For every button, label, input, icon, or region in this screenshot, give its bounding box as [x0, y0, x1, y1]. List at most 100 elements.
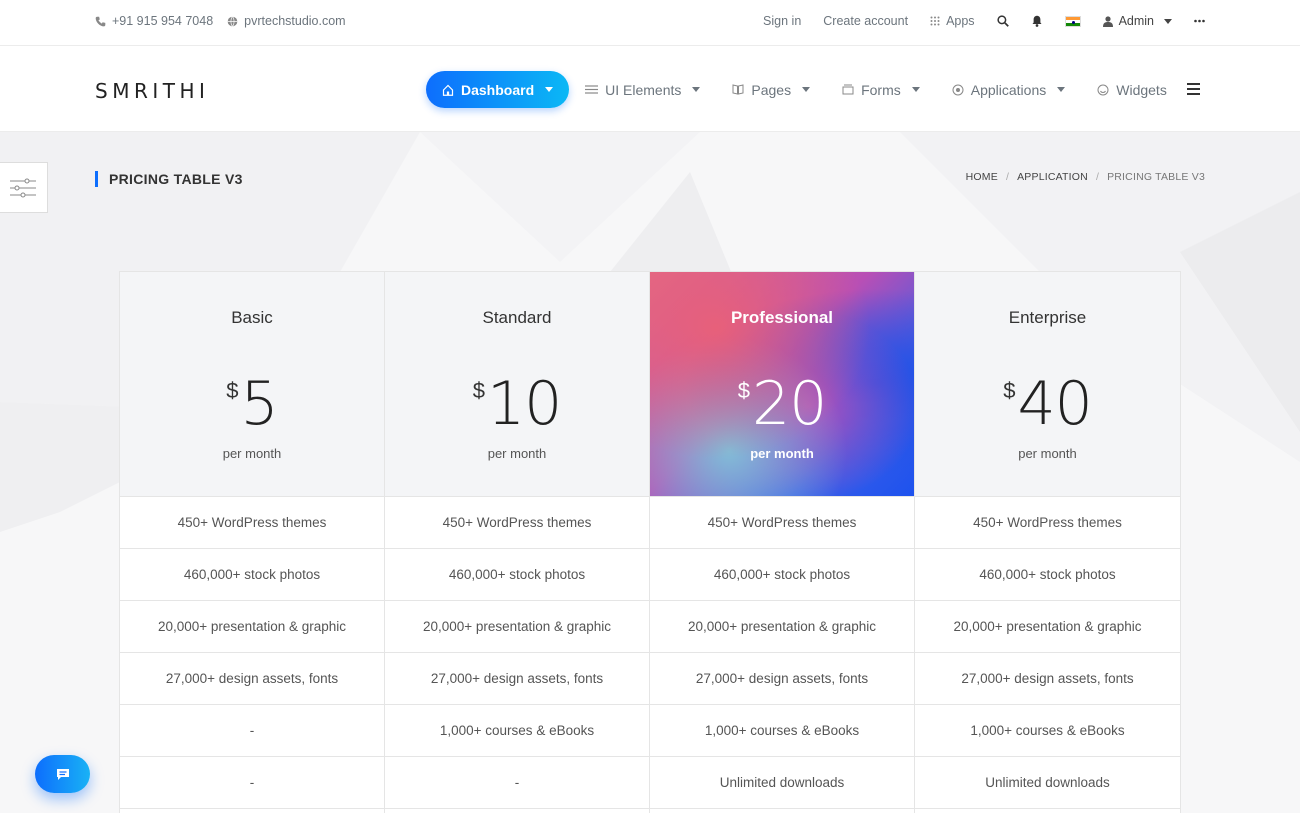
price-amount: 20 [751, 369, 827, 439]
breadcrumb-application[interactable]: APPLICATION [1017, 171, 1088, 183]
feature-row: 20,000+ presentation & graphic [120, 601, 384, 653]
create-account-link[interactable]: Create account [823, 14, 908, 28]
nav-ui-elements[interactable]: UI Elements [569, 71, 716, 108]
search-icon [996, 15, 1009, 27]
plan-price: $ 10 [385, 364, 649, 444]
nav-widgets[interactable]: Widgets [1081, 71, 1183, 108]
feature-row: 1,000+ courses & eBooks [650, 705, 914, 757]
plan-name: Professional [730, 308, 834, 327]
plan-enterprise: Enterprise $ 40 per month 450+ WordPress… [915, 272, 1180, 813]
feature-row: - [120, 757, 384, 809]
settings-panel-toggle[interactable] [0, 162, 48, 213]
feature-row: 450+ WordPress themes [650, 497, 914, 549]
bell-icon [1032, 15, 1042, 27]
plan-period: per month [1018, 446, 1077, 461]
feature-row: Unlimited downloads [650, 757, 914, 809]
notifications-button[interactable] [1031, 15, 1043, 27]
more-menu[interactable] [1194, 19, 1205, 23]
plan-header-featured: Professional $ 20 per month [650, 272, 914, 497]
feature-row: 20,000+ presentation & graphic [915, 601, 1180, 653]
feature-row: 1,000+ courses & eBooks [915, 705, 1180, 757]
nav-dashboard-label: Dashboard [461, 81, 535, 98]
chevron-down-icon [1164, 18, 1172, 24]
price-amount: 40 [1017, 369, 1092, 439]
plan-basic: Basic $ 5 per month 450+ WordPress theme… [120, 272, 385, 813]
chevron-down-icon [545, 87, 554, 92]
language-selector[interactable] [1064, 15, 1081, 27]
nav-applications[interactable]: Applications [936, 71, 1082, 108]
apps-grid-icon [930, 16, 940, 26]
breadcrumb-home[interactable]: HOME [966, 171, 998, 183]
plan-period: per month [750, 446, 814, 461]
chevron-down-icon [911, 87, 920, 92]
nav-dashboard[interactable]: Dashboard [426, 71, 570, 108]
feature-row: 1,000+ courses & eBooks [385, 705, 649, 757]
currency-symbol: $ [1003, 378, 1016, 403]
main-header: SMRITHI Dashboard UI Elements Pages Form… [0, 46, 1300, 132]
plan-price: $ 5 [120, 364, 384, 444]
nav-ui-elements-label: UI Elements [605, 81, 682, 98]
nav-applications-label: Applications [970, 81, 1047, 98]
plan-period: per month [222, 446, 282, 461]
nav-forms[interactable]: Forms [826, 71, 936, 108]
menu-toggle-icon[interactable] [1187, 83, 1200, 98]
breadcrumb: HOME / APPLICATION / PRICING TABLE V3 [966, 171, 1205, 183]
globe-icon [227, 15, 238, 27]
chat-icon [56, 768, 69, 780]
feature-row: 27,000+ design assets, fonts [915, 653, 1180, 705]
breadcrumb-separator: / [1095, 171, 1100, 183]
nav-widgets-label: Widgets [1116, 81, 1167, 98]
india-flag-icon [1064, 15, 1081, 27]
admin-menu[interactable]: Admin [1102, 14, 1172, 28]
nav-pages[interactable]: Pages [716, 71, 826, 108]
brand-logo[interactable]: SMRITHI [95, 79, 209, 103]
create-account-label: Create account [823, 14, 909, 28]
settings-sliders-icon [10, 178, 36, 198]
user-icon [1102, 15, 1113, 27]
currency-symbol: $ [226, 378, 239, 403]
contact-website[interactable]: pvrtechstudio.com [227, 14, 346, 28]
sliders-icon [585, 85, 599, 94]
topbar: +91 915 954 7048 pvrtechstudio.com Sign … [0, 0, 1300, 46]
sign-in-label: Sign in [763, 14, 802, 28]
currency-symbol: $ [737, 378, 750, 403]
feature-row: 460,000+ stock photos [120, 549, 384, 601]
more-dots-icon [1194, 19, 1205, 23]
price-amount: 5 [240, 369, 279, 439]
breadcrumb-separator: / [1005, 171, 1010, 183]
chat-button[interactable] [35, 755, 90, 793]
plan-standard: Standard $ 10 per month 450+ WordPress t… [385, 272, 650, 813]
phone-icon [95, 16, 106, 26]
chevron-down-icon [692, 87, 701, 92]
admin-label: Admin [1118, 14, 1154, 28]
breadcrumb-current: PRICING TABLE V3 [1107, 171, 1205, 183]
page-title: PRICING TABLE V3 [95, 171, 243, 187]
feature-row: - [385, 757, 649, 809]
plan-name: Enterprise [1008, 308, 1087, 327]
feature-row: 460,000+ stock photos [385, 549, 649, 601]
contact-phone[interactable]: +91 915 954 7048 [95, 14, 213, 28]
sign-in-link[interactable]: Sign in [763, 14, 801, 28]
home-icon [442, 84, 454, 96]
apps-label: Apps [946, 14, 975, 28]
book-icon [732, 84, 744, 95]
feature-row: 27,000+ design assets, fonts [650, 653, 914, 705]
plan-name: Basic [231, 308, 273, 327]
phone-number: +91 915 954 7048 [112, 14, 214, 28]
feature-row: 460,000+ stock photos [650, 549, 914, 601]
target-icon [952, 84, 964, 95]
price-amount: 10 [486, 369, 562, 439]
feature-row: 460,000+ stock photos [915, 549, 1180, 601]
chevron-down-icon [802, 87, 811, 92]
plan-professional: Professional $ 20 per month 450+ WordPre… [650, 272, 915, 813]
apps-menu[interactable]: Apps [930, 14, 975, 28]
plan-name: Standard [482, 308, 552, 327]
plan-header: Basic $ 5 per month [120, 272, 384, 497]
currency-symbol: $ [472, 378, 485, 403]
search-button[interactable] [996, 15, 1009, 27]
feature-row: Unlimited downloads [915, 757, 1180, 809]
feature-row: - [120, 705, 384, 757]
inbox-icon [842, 84, 854, 95]
feature-row: 27,000+ design assets, fonts [120, 653, 384, 705]
pricing-table: Basic $ 5 per month 450+ WordPress theme… [119, 271, 1181, 813]
